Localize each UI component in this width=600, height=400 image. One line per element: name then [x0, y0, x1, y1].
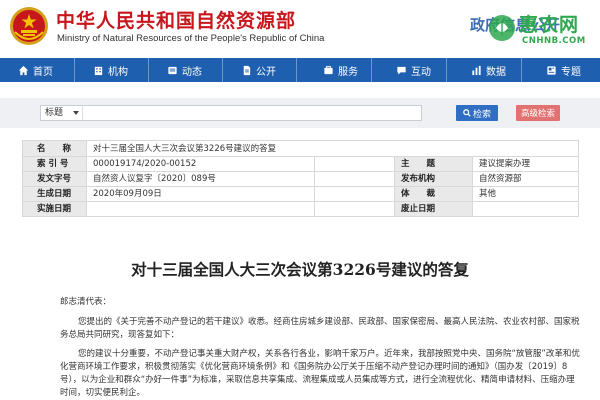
- news-icon: [168, 66, 177, 74]
- building-icon: [94, 66, 103, 75]
- service-icon: [324, 65, 333, 74]
- meta-gen-date-value: 2020年09月09日: [86, 186, 315, 202]
- article-title: 对十三届全国人大三次会议第3226号建议的答复: [131, 260, 469, 279]
- site-header: 中华人民共和国自然资源部 Ministry of Natural Resourc…: [0, 0, 600, 56]
- meta-label: 发文字号: [22, 171, 87, 187]
- advanced-search-button[interactable]: 高级检索: [516, 105, 560, 121]
- search-box: 标题: [40, 105, 422, 121]
- meta-label: 体 裁: [394, 186, 473, 202]
- nav-item-org[interactable]: 机构: [75, 58, 148, 82]
- nav-label: 动态: [182, 66, 202, 78]
- table-row: 发文字号 自然资人议复字〔2020〕089号 发布机构 自然资源部: [22, 171, 580, 187]
- main-nav: 首页 机构 动态 公开 服务 互动 数据 专题: [0, 58, 600, 82]
- nav-label: 首页: [33, 66, 53, 78]
- site-title[interactable]: 中华人民共和国自然资源部: [56, 6, 296, 33]
- document-metadata-table: 名 称 对十三届全国人大三次会议第3226号建议的答复 索 引 号 000019…: [22, 140, 580, 217]
- nav-label: 机构: [108, 66, 128, 78]
- article-greeting: 郎志清代表：: [60, 297, 112, 307]
- national-emblem-icon[interactable]: [9, 6, 49, 46]
- nav-item-service[interactable]: 服务: [297, 58, 371, 82]
- search-input[interactable]: [85, 106, 419, 120]
- meta-name-value: 对十三届全国人大三次会议第3226号建议的答复: [85, 140, 580, 157]
- nav-item-home[interactable]: 首页: [0, 58, 74, 82]
- topic-icon: [547, 65, 556, 75]
- nav-label: 服务: [338, 66, 358, 78]
- search-icon: [463, 109, 471, 117]
- nav-label: 专题: [561, 66, 581, 78]
- site-subtitle: Ministry of Natural Resources of the Peo…: [57, 33, 325, 44]
- nav-label: 公开: [256, 66, 276, 78]
- meta-spacer: [314, 156, 395, 172]
- home-icon: [18, 65, 29, 75]
- watermark-text: 惠农网: [519, 14, 580, 36]
- nav-item-topic[interactable]: 专题: [522, 58, 596, 82]
- table-row: 生成日期 2020年09月09日 体 裁 其他: [22, 186, 580, 202]
- search-button-label: 检索: [472, 109, 491, 120]
- table-row: 名 称 对十三届全国人大三次会议第3226号建议的答复: [22, 140, 580, 157]
- chat-icon: [397, 66, 406, 75]
- search-button[interactable]: 检索: [456, 105, 498, 121]
- meta-issuer-value: 自然资源部: [471, 171, 580, 187]
- meta-doc-no-value: 自然资人议复字〔2020〕089号: [86, 171, 315, 187]
- nav-item-open[interactable]: 公开: [223, 58, 296, 82]
- meta-spacer: [314, 171, 395, 187]
- meta-impl-date-value: [86, 201, 315, 217]
- nav-label: 数据: [486, 66, 506, 78]
- chart-icon: [472, 65, 481, 75]
- meta-index-value: 000019174/2020-00152: [86, 156, 315, 172]
- table-row: 索 引 号 000019174/2020-00152 主 题 建议提案办理: [22, 156, 580, 172]
- meta-label: 实施日期: [22, 201, 87, 217]
- meta-expire-date-value: [471, 201, 580, 217]
- meta-label: 主 题: [394, 156, 473, 172]
- article-paragraph: 您的建议十分重要，不动产登记事关重大财产权，关系各行各业，影响千家万户。近年来，…: [60, 349, 580, 398]
- table-row: 实施日期 废止日期: [22, 201, 580, 217]
- search-bar: 标题 检索 高级检索: [0, 98, 600, 128]
- document-icon: [243, 65, 251, 75]
- nav-item-news[interactable]: 动态: [149, 58, 222, 82]
- meta-label: 索 引 号: [22, 156, 87, 172]
- meta-label: 名 称: [22, 140, 87, 157]
- meta-topic-value: 建议提案办理: [471, 156, 580, 172]
- meta-label: 废止日期: [394, 201, 473, 217]
- meta-spacer: [314, 201, 395, 217]
- article-paragraph: 您提出的《关于完善不动产登记的若干建议》收悉。经商住房城乡建设部、民政部、国家保…: [60, 317, 580, 340]
- chevron-down-icon[interactable]: [73, 111, 79, 115]
- meta-spacer: [314, 186, 395, 202]
- meta-label: 生成日期: [22, 186, 87, 202]
- nav-item-data[interactable]: 数据: [447, 58, 521, 82]
- nav-item-interact[interactable]: 互动: [372, 58, 446, 82]
- watermark-domain: CNHNB.COM: [522, 36, 586, 46]
- meta-label: 发布机构: [394, 171, 473, 187]
- nav-label: 互动: [411, 66, 431, 78]
- meta-carrier-value: 其他: [471, 186, 580, 202]
